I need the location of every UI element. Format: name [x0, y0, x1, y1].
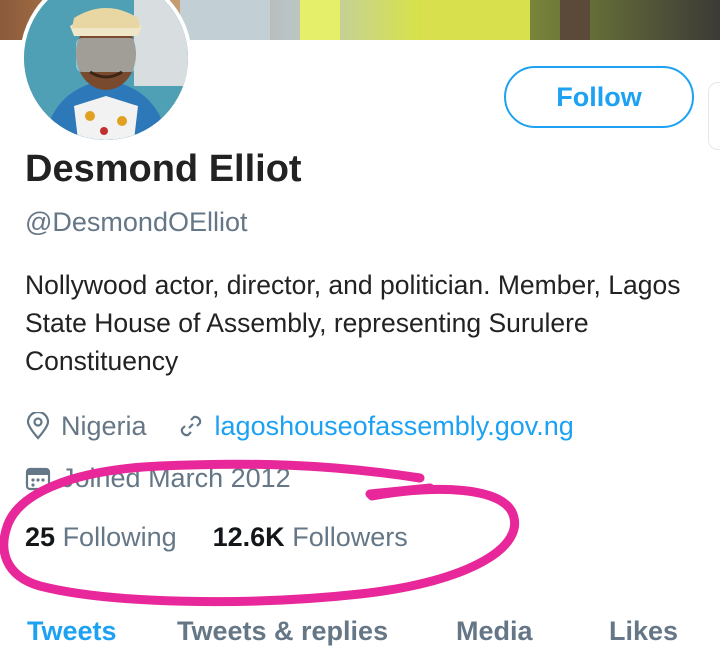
- more-button[interactable]: [708, 82, 720, 150]
- link-icon: [180, 415, 201, 437]
- avatar[interactable]: [20, 0, 192, 144]
- profile-name: Desmond Elliot: [25, 148, 302, 190]
- follow-counts: 25 Following 12.6K Followers: [25, 522, 444, 553]
- followers-number: 12.6K: [212, 522, 285, 552]
- location-pin-icon: [26, 412, 50, 440]
- following-count[interactable]: 25 Following: [25, 522, 177, 553]
- tab-media[interactable]: Media: [456, 616, 533, 647]
- profile-handle: @DesmondOElliot: [25, 207, 248, 237]
- profile-meta: Nigeria lagoshouseofassembly.gov.ng: [25, 406, 604, 446]
- website-item[interactable]: lagoshouseofassembly.gov.ng: [177, 411, 574, 442]
- location-text: Nigeria: [61, 410, 147, 441]
- followers-label: Followers: [292, 522, 408, 552]
- joined-date: Joined March 2012: [25, 458, 291, 498]
- follow-button[interactable]: Follow: [504, 66, 694, 128]
- website-link[interactable]: lagoshouseofassembly.gov.ng: [215, 411, 574, 442]
- following-label: Following: [62, 522, 177, 552]
- location-item: Nigeria: [25, 411, 147, 442]
- avatar-photo: [24, 0, 188, 140]
- joined-text: Joined March 2012: [61, 462, 291, 493]
- following-number: 25: [25, 522, 56, 552]
- profile-tabs: Tweets Tweets & replies Media Likes: [0, 612, 720, 672]
- tab-likes[interactable]: Likes: [609, 616, 678, 647]
- tab-tweets[interactable]: Tweets: [27, 616, 117, 647]
- followers-count[interactable]: 12.6K Followers: [213, 522, 408, 553]
- tab-tweets-replies[interactable]: Tweets & replies: [177, 616, 388, 647]
- profile-bio: Nollywood actor, director, and politicia…: [25, 270, 681, 376]
- calendar-icon: [25, 467, 51, 491]
